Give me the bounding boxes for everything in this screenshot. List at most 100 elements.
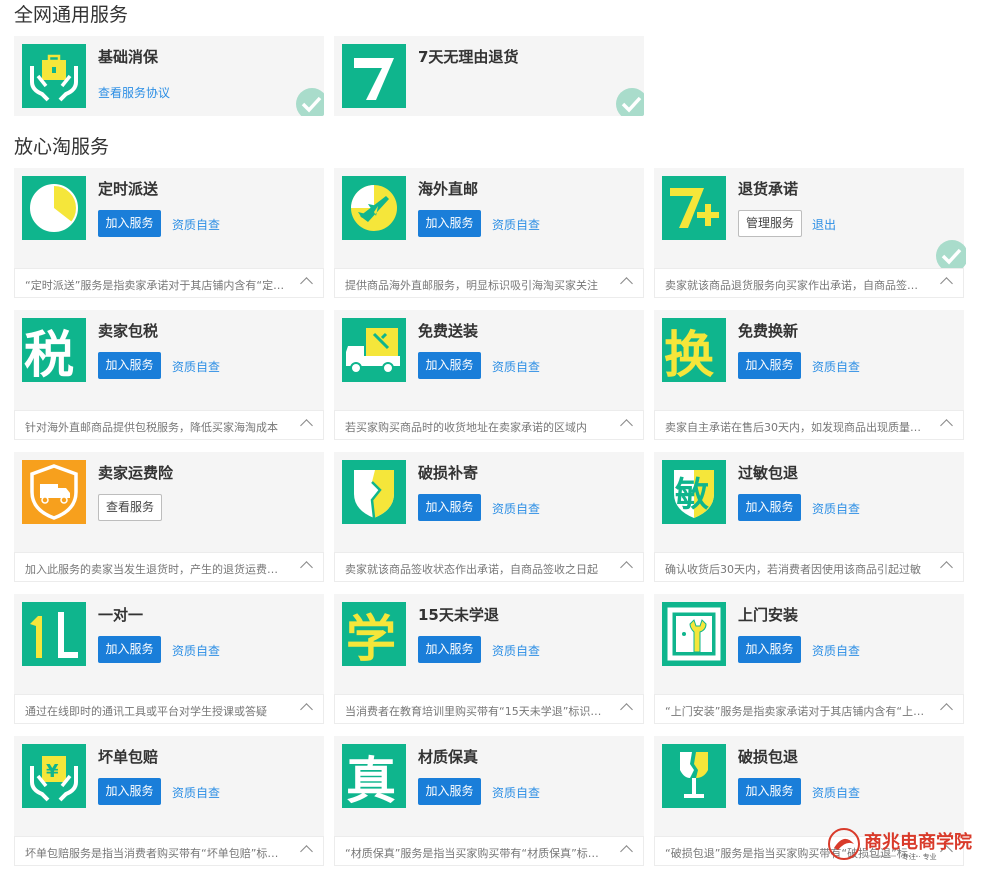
svg-text:真: 真 [346, 752, 396, 808]
view-service-button[interactable]: 查看服务 [98, 494, 162, 521]
qualification-check-link[interactable]: 资质自查 [812, 642, 860, 659]
qualification-check-link[interactable]: 资质自查 [492, 500, 540, 517]
join-service-button[interactable]: 加入服务 [98, 210, 161, 237]
collapse-arrow-icon[interactable] [620, 561, 633, 574]
join-service-button[interactable]: 加入服务 [418, 210, 481, 237]
service-card-scheduled-delivery: 定时派送 加入服务 资质自查 “定时派送”服务是指卖家承诺对于其店铺内含有“定时… [14, 168, 324, 298]
allergy-return-icon: 敏 [662, 460, 726, 524]
join-service-button[interactable]: 加入服务 [738, 352, 801, 379]
service-card-free-delivery-install: 免费送装 加入服务 资质自查 若买家购买商品时的收货地址在卖家承诺的区域内 [334, 310, 644, 440]
description-text: 通过在线即时的通讯工具或平台对学生授课或答疑 [25, 705, 267, 718]
service-name: 退货承诺 [738, 180, 799, 198]
service-card-free-exchange: 换 免费换新 加入服务 资质自查 卖家自主承诺在售后30天内，如发现商品出现质量… [654, 310, 964, 440]
service-card-return-promise: 退货承诺 管理服务 退出 卖家就该商品退货服务向买家作出承诺，自商品签收之日起 [654, 168, 966, 298]
svg-text:换: 换 [664, 326, 714, 382]
collapse-arrow-icon[interactable] [300, 277, 313, 290]
join-service-button[interactable]: 加入服务 [738, 636, 801, 663]
join-service-button[interactable]: 加入服务 [98, 636, 161, 663]
one-on-one-icon [22, 602, 86, 666]
service-card-allergy-return: 敏 过敏包退 加入服务 资质自查 确认收货后30天内，若消费者因使用该商品引起过… [654, 452, 964, 582]
manage-service-button[interactable]: 管理服务 [738, 210, 802, 237]
description-text: “上门安装”服务是指卖家承诺对于其店铺内含有“上门安装”标识的商品 [665, 705, 927, 718]
join-service-button[interactable]: 加入服务 [738, 778, 801, 805]
service-description: 通过在线即时的通讯工具或平台对学生授课或答疑 [14, 694, 324, 724]
damage-resend-icon [342, 460, 406, 524]
qualification-check-link[interactable]: 资质自查 [492, 358, 540, 375]
service-card-bad-order-compensation: ¥ 坏单包赔 加入服务 资质自查 坏单包赔服务是指当消费者购买带有“坏单包赔”标… [14, 736, 324, 866]
collapse-arrow-icon[interactable] [620, 277, 633, 290]
service-name: 坏单包赔 [98, 748, 159, 766]
service-description: 提供商品海外直邮服务，明显标识吸引海淘买家关注 [334, 268, 644, 298]
service-name: 7天无理由退货 [418, 48, 519, 66]
qualification-check-link[interactable]: 资质自查 [172, 784, 220, 801]
collapse-arrow-icon[interactable] [300, 703, 313, 716]
qualification-check-link[interactable]: 资质自查 [812, 784, 860, 801]
check-badge-icon [936, 240, 966, 270]
service-card-basic-protection: 基础消保 查看服务协议 [14, 36, 324, 116]
service-description: 卖家就该商品退货服务向买家作出承诺，自商品签收之日起 [654, 268, 964, 298]
section-title-assured: 放心淘服务 [14, 136, 110, 158]
qualification-check-link[interactable]: 资质自查 [812, 500, 860, 517]
svg-text:学: 学 [346, 610, 396, 666]
join-service-button[interactable]: 加入服务 [418, 636, 481, 663]
collapse-arrow-icon[interactable] [620, 419, 633, 432]
qualification-check-link[interactable]: 资质自查 [492, 642, 540, 659]
view-agreement-link[interactable]: 查看服务协议 [98, 84, 170, 101]
service-name: 一对一 [98, 606, 144, 624]
description-text: 若买家购买商品时的收货地址在卖家承诺的区域内 [345, 421, 587, 434]
seven-day-return-icon [342, 44, 406, 108]
watermark-logo: 商兆电商学院 专注 · 专业 [826, 826, 976, 864]
service-card-7day-return: 7天无理由退货 [334, 36, 644, 116]
service-description: 卖家就该商品签收状态作出承诺，自商品签收之日起 [334, 552, 644, 582]
collapse-arrow-icon[interactable] [300, 845, 313, 858]
qualification-check-link[interactable]: 资质自查 [812, 358, 860, 375]
service-description: 针对海外直邮商品提供包税服务，降低买家海淘成本 [14, 410, 324, 440]
join-service-button[interactable]: 加入服务 [418, 352, 481, 379]
service-card-seller-tax: 税 卖家包税 加入服务 资质自查 针对海外直邮商品提供包税服务，降低买家海淘成本 [14, 310, 324, 440]
service-card-damage-resend: 破损补寄 加入服务 资质自查 卖家就该商品签收状态作出承诺，自商品签收之日起 [334, 452, 644, 582]
service-description: 当消费者在教育培训里购买带有“15天未学退”标识的商品 [334, 694, 644, 724]
join-service-button[interactable]: 加入服务 [738, 494, 801, 521]
join-service-button[interactable]: 加入服务 [418, 494, 481, 521]
academy-logo-icon: 商兆电商学院 专注 · 专业 [828, 828, 972, 861]
service-description: 加入此服务的卖家当发生退货时，产生的退货运费由保险公司赔付 [14, 552, 324, 582]
join-service-button[interactable]: 加入服务 [98, 352, 161, 379]
collapse-arrow-icon[interactable] [940, 277, 953, 290]
return-promise-icon [662, 176, 726, 240]
collapse-arrow-icon[interactable] [620, 845, 633, 858]
exchange-icon: 换 [662, 318, 726, 382]
service-name: 海外直邮 [418, 180, 479, 198]
collapse-arrow-icon[interactable] [300, 419, 313, 432]
broken-glass-icon [662, 744, 726, 808]
exit-service-link[interactable]: 退出 [812, 216, 836, 233]
bad-order-compensation-icon: ¥ [22, 744, 86, 808]
qualification-check-link[interactable]: 资质自查 [172, 358, 220, 375]
service-name: 定时派送 [98, 180, 159, 198]
service-name: 上门安装 [738, 606, 799, 624]
qualification-check-link[interactable]: 资质自查 [172, 642, 220, 659]
description-text: 加入此服务的卖家当发生退货时，产生的退货运费由保险公司赔付 [25, 563, 287, 576]
consumer-protection-icon [22, 44, 86, 108]
qualification-check-link[interactable]: 资质自查 [492, 784, 540, 801]
installation-icon [662, 602, 726, 666]
join-service-button[interactable]: 加入服务 [418, 778, 481, 805]
collapse-arrow-icon[interactable] [300, 561, 313, 574]
shipping-insurance-icon [22, 460, 86, 524]
collapse-arrow-icon[interactable] [940, 419, 953, 432]
qualification-check-link[interactable]: 资质自查 [172, 216, 220, 233]
service-name: 卖家包税 [98, 322, 159, 340]
description-text: 针对海外直邮商品提供包税服务，降低买家海淘成本 [25, 421, 278, 434]
collapse-arrow-icon[interactable] [620, 703, 633, 716]
service-name: 基础消保 [98, 48, 159, 66]
service-card-one-on-one: 一对一 加入服务 资质自查 通过在线即时的通讯工具或平台对学生授课或答疑 [14, 594, 324, 724]
service-name: 卖家运费险 [98, 464, 174, 482]
service-name: 过敏包退 [738, 464, 799, 482]
airplane-icon [342, 176, 406, 240]
logo-tagline: 专注 · 专业 [902, 852, 937, 861]
qualification-check-link[interactable]: 资质自查 [492, 216, 540, 233]
collapse-arrow-icon[interactable] [940, 703, 953, 716]
service-card-authentic-material: 真 材质保真 加入服务 资质自查 “材质保真”服务是指当买家购买带有“材质保真”… [334, 736, 644, 866]
collapse-arrow-icon[interactable] [940, 561, 953, 574]
service-card-home-installation: 上门安装 加入服务 资质自查 “上门安装”服务是指卖家承诺对于其店铺内含有“上门… [654, 594, 964, 724]
join-service-button[interactable]: 加入服务 [98, 778, 161, 805]
